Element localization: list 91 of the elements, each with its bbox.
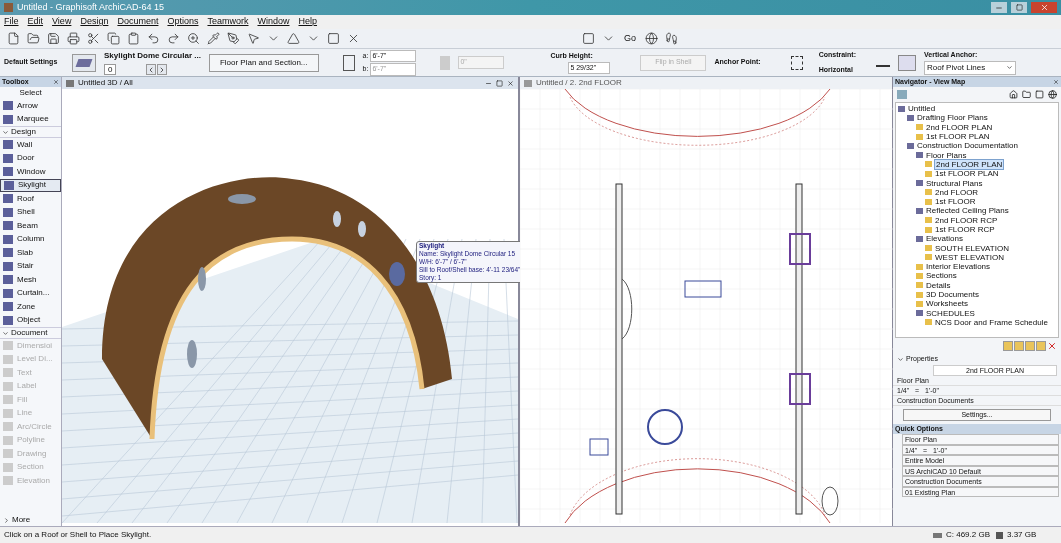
tree-item[interactable]: Worksheets bbox=[925, 299, 970, 309]
view-title: Untitled 3D / All bbox=[78, 77, 134, 89]
skylight-icon bbox=[75, 58, 93, 67]
memory-size: 3.37 GB bbox=[1007, 529, 1038, 541]
tool-button[interactable]: Object bbox=[0, 313, 61, 327]
group-header[interactable]: Document bbox=[11, 327, 48, 339]
view-title: Untitled / 2. 2nd FLOOR bbox=[536, 77, 623, 89]
expand-icon[interactable] bbox=[3, 516, 10, 524]
next-button[interactable] bbox=[157, 64, 168, 75]
layer-button[interactable]: 0 bbox=[104, 64, 117, 75]
menu-item[interactable]: File bbox=[4, 15, 19, 29]
tool-button[interactable]: Marquee bbox=[0, 112, 61, 126]
menu-item[interactable]: Help bbox=[298, 15, 317, 29]
tree-item[interactable]: Details bbox=[925, 280, 952, 290]
app-icon bbox=[4, 3, 13, 12]
view-settings-button[interactable]: Floor Plan and Section... bbox=[208, 53, 319, 72]
tool-button[interactable]: Shell bbox=[0, 205, 61, 219]
previous-button[interactable] bbox=[146, 64, 157, 75]
tree-item[interactable]: Sections bbox=[925, 271, 958, 281]
tree-item[interactable]: 2nd FLOOR bbox=[934, 187, 980, 197]
tree-item[interactable]: 1st FLOOR PLAN bbox=[925, 132, 991, 142]
menu-item[interactable]: Options bbox=[167, 15, 199, 29]
menu-item[interactable]: Teamwork bbox=[207, 15, 249, 29]
maximize-icon[interactable] bbox=[496, 79, 503, 87]
collapse-icon[interactable] bbox=[897, 356, 904, 363]
tool-button[interactable]: Stair bbox=[0, 259, 61, 273]
group-header[interactable]: Design bbox=[11, 126, 36, 138]
tree-item[interactable]: 1st FLOOR bbox=[934, 197, 977, 207]
tree-item[interactable]: 2nd FLOOR PLAN bbox=[934, 158, 1005, 170]
tool-button[interactable]: Mesh bbox=[0, 273, 61, 287]
tool-button[interactable]: Beam bbox=[0, 219, 61, 233]
tree-item[interactable]: Drafting Floor Plans bbox=[916, 113, 989, 123]
layout-icon[interactable] bbox=[1035, 90, 1044, 99]
copy-icon[interactable] bbox=[104, 29, 122, 48]
tool-button[interactable]: Skylight bbox=[0, 178, 61, 192]
tool-button[interactable]: Arrow bbox=[0, 99, 61, 113]
tree-item[interactable]: WEST ELEVATION bbox=[934, 252, 1005, 262]
close-icon[interactable] bbox=[53, 79, 59, 85]
menu-item[interactable]: Edit bbox=[27, 15, 44, 29]
home-icon[interactable] bbox=[1009, 90, 1018, 99]
go-button[interactable]: Go bbox=[620, 31, 640, 46]
menu-item[interactable]: Document bbox=[117, 15, 159, 29]
tool-button[interactable]: Zone bbox=[0, 300, 61, 314]
vertical-anchor-select[interactable]: Roof Pivot Lines bbox=[924, 60, 1016, 75]
close-icon bbox=[1039, 3, 1049, 12]
tree-item[interactable]: 1st FLOOR RCP bbox=[934, 225, 996, 234]
print-icon[interactable] bbox=[64, 29, 82, 48]
disk-space: C: 469.2 GB bbox=[946, 529, 992, 541]
tree-item[interactable]: 3D Documents bbox=[925, 290, 980, 300]
tree-item[interactable]: Structural Plans bbox=[925, 178, 984, 188]
collapse-icon[interactable] bbox=[2, 329, 9, 337]
tree-item[interactable]: 2nd FLOOR PLAN bbox=[925, 122, 994, 132]
select-label: Select bbox=[18, 87, 43, 99]
tree-item[interactable]: SCHEDULES bbox=[925, 308, 976, 318]
tool-button[interactable]: Window bbox=[0, 165, 61, 179]
tool-button[interactable]: Curtain... bbox=[0, 286, 61, 300]
tree-item[interactable]: Elevations bbox=[925, 234, 964, 244]
tree-item[interactable]: 2nd FLOOR RCP bbox=[934, 215, 999, 225]
tree-item[interactable]: SOUTH ELEVATION bbox=[934, 243, 1010, 253]
tree-item[interactable]: Construction Documentation bbox=[916, 141, 1019, 151]
tool-button[interactable]: Wall bbox=[0, 138, 61, 152]
tool-button[interactable]: Column bbox=[0, 232, 61, 246]
tree-item[interactable]: NCS Door and Frame Schedule bbox=[934, 317, 1049, 327]
close-button[interactable] bbox=[1031, 2, 1057, 13]
tool-button[interactable]: Slab bbox=[0, 246, 61, 260]
window-title: Untitled - Graphisoft ArchiCAD-64 15 bbox=[17, 0, 166, 14]
globe-icon[interactable] bbox=[642, 29, 660, 48]
caret-icon bbox=[1006, 64, 1013, 72]
globe-icon[interactable] bbox=[1048, 90, 1057, 99]
tool-button[interactable]: Door bbox=[0, 151, 61, 165]
collapse-icon[interactable] bbox=[2, 128, 9, 136]
close-icon[interactable] bbox=[1053, 79, 1059, 85]
menu-item[interactable]: View bbox=[52, 15, 72, 29]
skylight-settings-button[interactable] bbox=[72, 53, 96, 72]
tree-item[interactable]: Reflected Ceiling Plans bbox=[925, 206, 1010, 216]
maximize-button[interactable] bbox=[1011, 2, 1027, 13]
tree-item[interactable]: Floor Plans bbox=[925, 150, 968, 160]
status-message: Click on a Roof or Shell to Place Skylight. bbox=[4, 529, 153, 541]
select-value: Roof Pivot Lines bbox=[927, 61, 986, 74]
menu-item[interactable]: Design bbox=[80, 15, 109, 29]
close-icon[interactable] bbox=[507, 79, 514, 87]
maximize-icon bbox=[1015, 4, 1023, 11]
anchor-point-icon[interactable] bbox=[790, 55, 803, 70]
more-button[interactable]: More bbox=[12, 514, 31, 526]
delete-icon[interactable] bbox=[1047, 341, 1057, 351]
element-name: Skylight Dome Circular ... bbox=[104, 50, 201, 62]
menu-item[interactable]: Window bbox=[257, 15, 290, 29]
tree-item[interactable]: Untitled bbox=[907, 104, 937, 114]
tree-item[interactable]: Interior Elevations bbox=[925, 262, 992, 272]
tree-item[interactable]: 1st FLOOR PLAN bbox=[934, 169, 1000, 179]
tool-button[interactable]: Roof bbox=[0, 192, 61, 206]
